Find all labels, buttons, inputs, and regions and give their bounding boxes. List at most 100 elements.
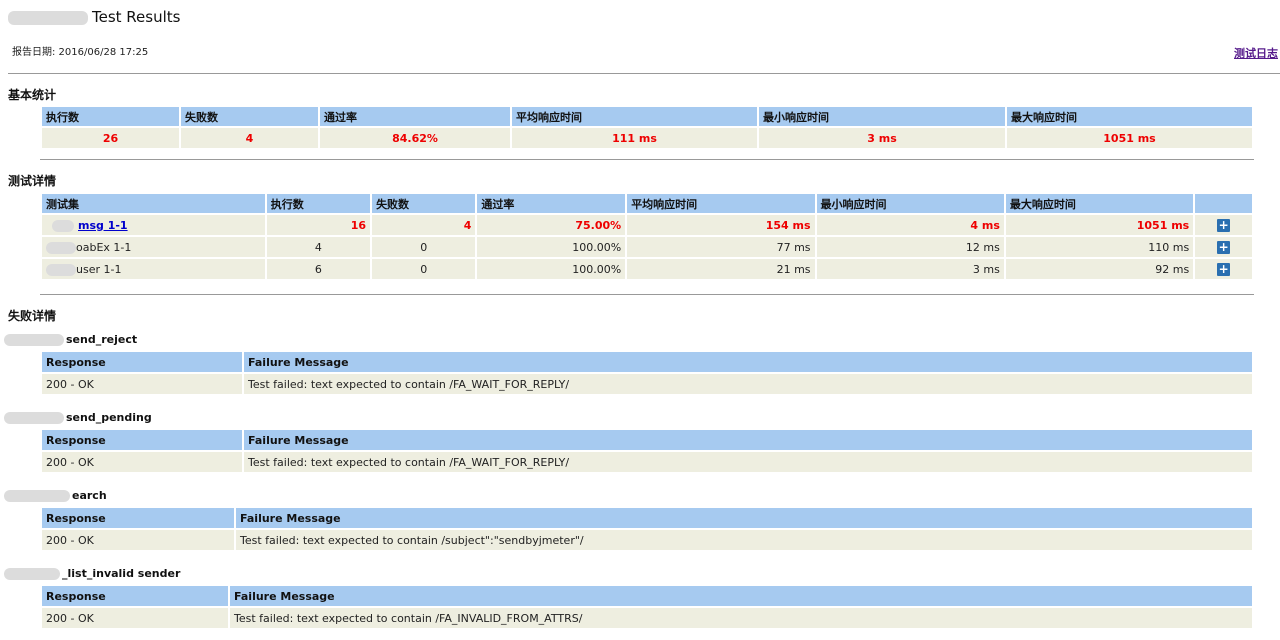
failure-message-cell: Test failed: text expected to contain /F… — [244, 374, 1252, 394]
expand-cell: + — [1195, 237, 1252, 257]
report-date: 报告日期: 2016/06/28 17:25 — [12, 47, 149, 58]
expand-cell: + — [1195, 259, 1252, 279]
table-header-row: 测试集 执行数 失败数 通过率 平均响应时间 最小响应时间 最大响应时间 — [42, 194, 1252, 213]
section-title-failure-details: 失败详情 — [8, 309, 57, 323]
failure-group-name: send_pending — [66, 411, 152, 424]
failure-message-cell: Test failed: text expected to contain /F… — [230, 608, 1252, 628]
failed-count: 0 — [372, 237, 476, 257]
min-response: 4 ms — [816, 215, 1004, 235]
test-suite-name: oabEx 1-1 — [42, 237, 265, 257]
failure-table: Response Failure Message 200 - OK Test f… — [40, 584, 1254, 630]
failure-group-title: send_pending — [4, 411, 152, 424]
divider — [8, 73, 1280, 74]
column-header: 最大响应时间 — [1007, 107, 1252, 126]
avg-response: 21 ms — [627, 259, 815, 279]
failure-group-name: earch — [72, 489, 107, 502]
table-row: user 1-1 6 0 100.00% 21 ms 3 ms 92 ms + — [42, 259, 1252, 279]
stat-value: 111 ms — [512, 128, 757, 148]
column-header: 测试集 — [42, 194, 265, 213]
failure-message-cell: Test failed: text expected to contain /s… — [236, 530, 1252, 550]
failed-count: 0 — [372, 259, 476, 279]
max-response: 1051 ms — [1005, 215, 1194, 235]
column-header: 执行数 — [266, 194, 371, 213]
column-header: 失败数 — [372, 194, 476, 213]
table-header-row: Response Failure Message — [42, 430, 1252, 450]
column-header: 通过率 — [477, 194, 626, 213]
redacted-text — [46, 263, 76, 276]
executed-count: 16 — [266, 215, 371, 235]
redacted-text — [4, 412, 64, 424]
avg-response: 77 ms — [627, 237, 815, 257]
plus-square-icon[interactable]: + — [1217, 240, 1231, 254]
stat-value: 3 ms — [759, 128, 1005, 148]
min-response: 12 ms — [816, 237, 1004, 257]
redacted-text — [46, 241, 76, 254]
test-suite-name: user 1-1 — [42, 259, 265, 279]
column-header: Response — [42, 352, 242, 372]
response-cell: 200 - OK — [42, 530, 234, 550]
executed-count: 6 — [266, 259, 371, 279]
page-title: Test Results — [8, 8, 180, 26]
failure-group-name: send_reject — [66, 333, 138, 346]
stat-value: 26 — [42, 128, 179, 148]
max-response: 110 ms — [1005, 237, 1194, 257]
column-header: Response — [42, 586, 228, 606]
table-row: oabEx 1-1 4 0 100.00% 77 ms 12 ms 110 ms… — [42, 237, 1252, 257]
executed-count: 4 — [266, 237, 371, 257]
plus-square-icon[interactable]: + — [1217, 262, 1231, 276]
redacted-text — [4, 334, 64, 346]
failure-group-title: _list_invalid sender — [4, 567, 180, 580]
failure-group-name: _list_invalid sender — [62, 567, 181, 580]
failure-group-title: send_reject — [4, 333, 137, 346]
table-row: 200 - OK Test failed: text expected to c… — [42, 608, 1252, 628]
table-row: 26 4 84.62% 111 ms 3 ms 1051 ms — [42, 128, 1252, 148]
basic-stats-table: 执行数 失败数 通过率 平均响应时间 最小响应时间 最大响应时间 26 4 84… — [40, 105, 1254, 150]
expand-cell: + — [1195, 215, 1252, 235]
failure-message-cell: Test failed: text expected to contain /F… — [244, 452, 1252, 472]
stat-value: 4 — [181, 128, 318, 148]
test-suite-label: user 1-1 — [76, 262, 122, 276]
table-row: msg 1-1 16 4 75.00% 154 ms 4 ms 1051 ms … — [42, 215, 1252, 235]
response-cell: 200 - OK — [42, 608, 228, 628]
failure-group-title: earch — [4, 489, 107, 502]
pass-rate: 100.00% — [477, 237, 626, 257]
column-header: Response — [42, 508, 234, 528]
table-header-row: Response Failure Message — [42, 352, 1252, 372]
divider — [40, 159, 1254, 160]
table-header-row: 执行数 失败数 通过率 平均响应时间 最小响应时间 最大响应时间 — [42, 107, 1252, 126]
section-title-basic-stats: 基本统计 — [8, 88, 57, 102]
stat-value: 1051 ms — [1007, 128, 1252, 148]
test-suite-label: oabEx 1-1 — [76, 240, 132, 254]
page-title-text: Test Results — [92, 8, 181, 26]
redacted-text — [8, 10, 88, 25]
pass-rate: 75.00% — [477, 215, 626, 235]
avg-response: 154 ms — [627, 215, 815, 235]
column-header: 最小响应时间 — [816, 194, 1004, 213]
column-header-empty — [1195, 194, 1252, 213]
column-header: 通过率 — [320, 107, 510, 126]
column-header: 平均响应时间 — [512, 107, 757, 126]
redacted-text — [4, 568, 60, 580]
section-title-test-details: 测试详情 — [8, 174, 57, 188]
column-header: 最小响应时间 — [759, 107, 1005, 126]
plus-square-icon[interactable]: + — [1217, 218, 1231, 232]
table-row: 200 - OK Test failed: text expected to c… — [42, 374, 1252, 394]
column-header: Response — [42, 430, 242, 450]
failure-table: Response Failure Message 200 - OK Test f… — [40, 350, 1254, 396]
test-log-link[interactable]: 测试日志 — [1234, 45, 1278, 61]
table-header-row: Response Failure Message — [42, 508, 1252, 528]
min-response: 3 ms — [816, 259, 1004, 279]
redacted-text — [52, 219, 74, 232]
max-response: 92 ms — [1005, 259, 1194, 279]
test-suite-link[interactable]: msg 1-1 — [78, 219, 128, 232]
column-header: Failure Message — [230, 586, 1252, 606]
table-row: 200 - OK Test failed: text expected to c… — [42, 452, 1252, 472]
column-header: 失败数 — [181, 107, 318, 126]
failed-count: 4 — [372, 215, 476, 235]
table-header-row: Response Failure Message — [42, 586, 1252, 606]
column-header: Failure Message — [236, 508, 1252, 528]
column-header: Failure Message — [244, 352, 1252, 372]
response-cell: 200 - OK — [42, 374, 242, 394]
test-suite-name: msg 1-1 — [42, 215, 265, 235]
test-details-table: 测试集 执行数 失败数 通过率 平均响应时间 最小响应时间 最大响应时间 msg… — [40, 192, 1254, 281]
